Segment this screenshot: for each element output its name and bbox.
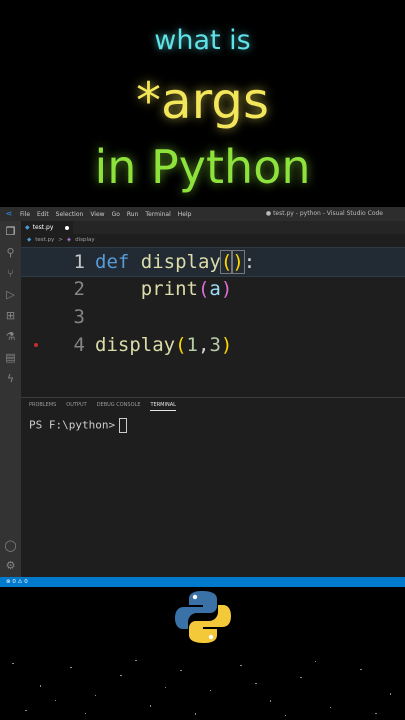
tab-label: test.py — [32, 224, 54, 231]
menu-view[interactable]: View — [90, 211, 104, 218]
symbol-icon: ◈ — [66, 236, 72, 243]
title-area: what is *args in Python — [0, 0, 405, 207]
terminal[interactable]: PS F:\python> — [29, 418, 128, 433]
paren: ( — [175, 334, 187, 356]
code-line-2[interactable]: 2 print(a) — [21, 275, 405, 303]
paren: ) — [231, 250, 245, 274]
paren: ) — [220, 334, 233, 356]
menu-selection[interactable]: Selection — [56, 211, 84, 218]
paren: ( — [219, 250, 234, 274]
number: 3 — [209, 334, 221, 356]
tab-terminal[interactable]: TERMINAL — [150, 402, 176, 411]
line-number: 3 — [73, 306, 85, 328]
function-name: print — [140, 278, 198, 300]
menu-run[interactable]: Run — [127, 211, 139, 218]
breadcrumb: ◆ test.py > ◈ display — [21, 234, 405, 245]
testing-icon[interactable]: ⚗ — [4, 330, 17, 343]
code-line-1[interactable]: 1 def display(): — [21, 247, 405, 277]
function-name: display — [95, 334, 176, 356]
menu-edit[interactable]: Edit — [37, 211, 49, 218]
code-text: def display(): — [95, 248, 255, 276]
title-line-1: what is — [154, 25, 251, 56]
breadcrumb-file[interactable]: test.py — [35, 237, 54, 243]
tab-debug-console[interactable]: DEBUG CONSOLE — [97, 402, 141, 411]
source-control-icon[interactable]: ⑂ — [4, 267, 17, 280]
line-number: 4 — [73, 334, 85, 356]
python-file-icon: ◆ — [27, 236, 32, 243]
code-text: display(1,3) — [95, 331, 232, 359]
variable: a — [209, 278, 221, 300]
tab-test-py[interactable]: ◆ test.py — [21, 221, 73, 234]
notebook-icon[interactable]: ▤ — [4, 351, 17, 364]
paren: ( — [197, 278, 210, 300]
keyword: def — [95, 251, 130, 273]
remote-icon[interactable]: ϟ — [4, 372, 17, 385]
terminal-cursor — [119, 418, 128, 433]
terminal-prompt: PS F:\python> — [29, 418, 116, 432]
number: 1 — [186, 334, 198, 356]
python-logo-icon — [175, 591, 231, 643]
colon: : — [243, 251, 256, 273]
breakpoint-icon[interactable] — [34, 343, 38, 347]
vscode-logo-icon: ⋖ — [5, 209, 13, 218]
search-icon[interactable]: ⚲ — [4, 246, 17, 259]
bottom-panel: PROBLEMS OUTPUT DEBUG CONSOLE TERMINAL P… — [21, 397, 405, 578]
title-line-2: *args — [135, 72, 270, 130]
code-line-3[interactable]: 3 — [21, 303, 405, 331]
title-line-3: in Python — [94, 140, 311, 194]
menu-file[interactable]: File — [20, 211, 30, 218]
status-bar: ⊗ 0 ⚠ 0 — [0, 577, 405, 587]
code-text: print(a) — [95, 275, 233, 303]
function-name: display — [140, 251, 221, 273]
tab-problems[interactable]: PROBLEMS — [29, 402, 56, 411]
code-line-4[interactable]: 4 display(1,3) — [21, 331, 405, 359]
code-editor[interactable]: 1 def display(): 2 print(a) 3 4 display(… — [21, 247, 405, 397]
menu-help[interactable]: Help — [178, 211, 192, 218]
breadcrumb-symbol[interactable]: display — [75, 237, 95, 243]
unsaved-dot-icon[interactable] — [65, 226, 69, 230]
menu-go[interactable]: Go — [112, 211, 120, 218]
settings-gear-icon[interactable]: ⚙ — [4, 559, 17, 572]
menu-terminal[interactable]: Terminal — [145, 211, 170, 218]
starfield-decoration — [12, 660, 391, 716]
panel-tabs: PROBLEMS OUTPUT DEBUG CONSOLE TERMINAL — [29, 402, 186, 411]
python-file-icon: ◆ — [25, 224, 30, 231]
vscode-window: ⋖ File Edit Selection View Go Run Termin… — [0, 207, 405, 587]
paren: ) — [220, 278, 233, 300]
tab-output[interactable]: OUTPUT — [66, 402, 86, 411]
account-icon[interactable]: ◯ — [4, 539, 17, 552]
editor-tabs: ◆ test.py — [21, 221, 405, 234]
breadcrumb-separator: > — [58, 236, 63, 243]
run-debug-icon[interactable]: ▷ — [4, 288, 17, 301]
explorer-icon[interactable]: ❐ — [4, 225, 17, 238]
line-number: 1 — [73, 251, 85, 273]
line-number: 2 — [73, 278, 85, 300]
extensions-icon[interactable]: ⊞ — [4, 309, 17, 322]
window-title: ● test.py - python - Visual Studio Code — [265, 210, 383, 217]
bottom-area — [0, 587, 405, 720]
menu-bar: ⋖ File Edit Selection View Go Run Termin… — [0, 207, 405, 221]
problems-status[interactable]: ⊗ 0 ⚠ 0 — [6, 579, 28, 585]
activity-bar: ❐ ⚲ ⑂ ▷ ⊞ ⚗ ▤ ϟ ◯ ⚙ — [0, 221, 21, 577]
comma: , — [197, 334, 210, 356]
